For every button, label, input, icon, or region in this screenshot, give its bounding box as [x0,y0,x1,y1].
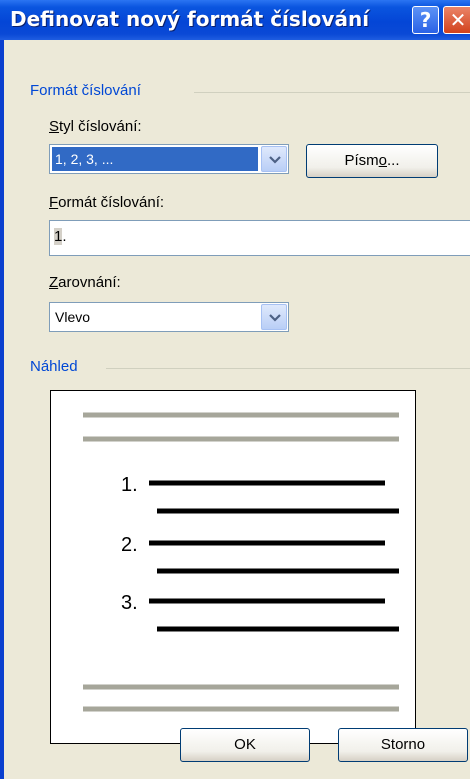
align-select-value: Vlevo [55,309,91,325]
preview-item-number: 2. [121,534,138,556]
style-label: Styl číslování: [49,118,142,135]
preview-group-header: Náhled [30,358,78,375]
format-label: Formát číslování: [49,194,165,211]
align-label: Zarovnání: [49,274,121,291]
cancel-button[interactable]: Storno [338,728,468,762]
ok-button[interactable]: OK [180,728,310,762]
title-bar[interactable]: Definovat nový formát číslování ? ✕ [0,0,470,40]
preview-graphic: 1. 2. 3. [83,412,399,712]
chevron-down-icon [269,314,281,322]
style-select-value: 1, 2, 3, ... [52,147,258,171]
format-group-header: Formát číslování [30,82,141,99]
align-select[interactable]: Vlevo [49,302,289,332]
dialog-window: Definovat nový formát číslování ? ✕ Form… [0,0,470,779]
format-group-divider [194,92,470,93]
format-field[interactable]: 1. [49,220,470,256]
font-button[interactable]: Písmo... [306,144,438,178]
preview-box: 1. 2. 3. [50,390,416,744]
preview-item-number: 1. [121,474,138,496]
style-select[interactable]: 1, 2, 3, ... [49,144,289,174]
format-field-value: 1. [54,228,67,245]
preview-group-divider [106,368,470,369]
close-icon[interactable]: ✕ [443,6,470,34]
align-dropdown-button[interactable] [261,304,287,330]
help-icon[interactable]: ? [412,6,439,34]
chevron-down-icon [269,156,281,164]
dialog-body: Formát číslování Styl číslování: 1, 2, 3… [4,40,470,779]
preview-item-number: 3. [121,592,138,614]
style-dropdown-button[interactable] [261,146,287,172]
dialog-title: Definovat nový formát číslování [10,7,370,31]
